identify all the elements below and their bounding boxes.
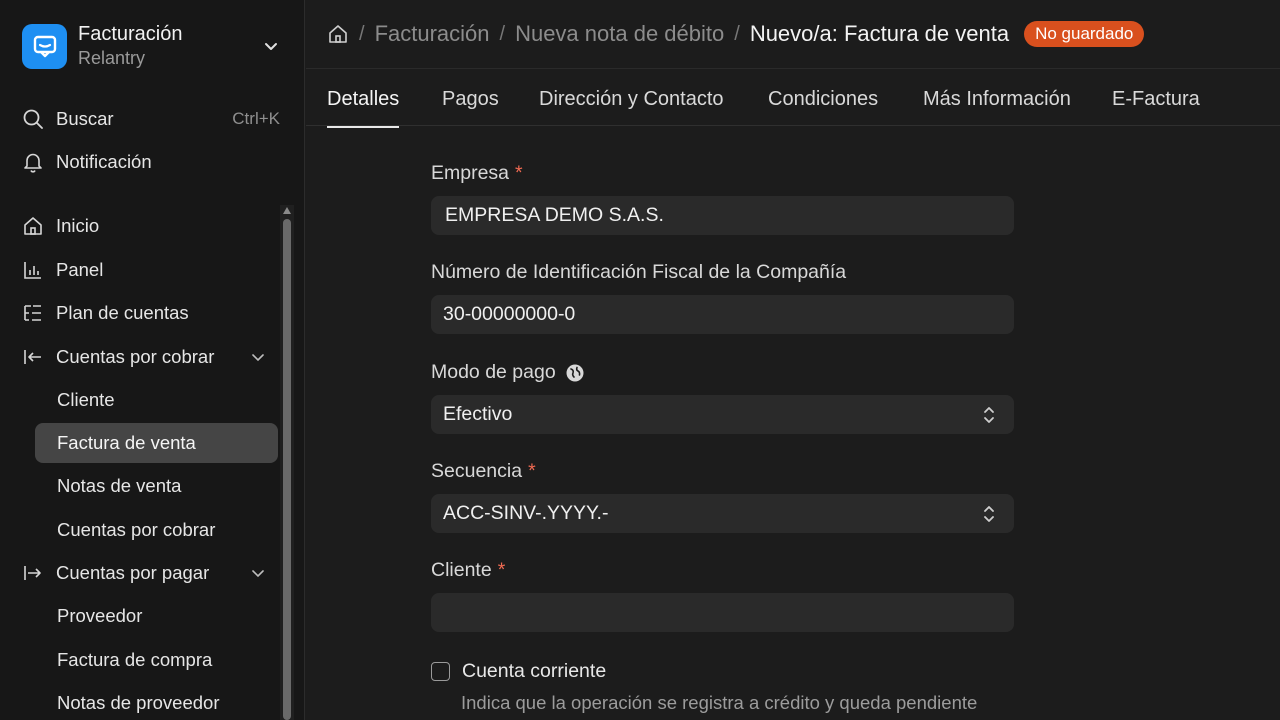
tab-pagos[interactable]: Pagos: [442, 69, 499, 127]
sidebar-item-inicio[interactable]: Inicio: [22, 206, 284, 246]
sequence-select[interactable]: ACC-SINV-.YYYY.-: [431, 494, 1014, 533]
sidebar-item-label: Notas de venta: [57, 475, 182, 496]
select-arrows-icon: [984, 505, 994, 522]
sidebar-item-label: Inicio: [56, 215, 100, 236]
customer-field-label: Cliente *: [431, 559, 505, 582]
chevron-down-icon: [252, 354, 264, 362]
sidebar-item-label: Panel: [56, 259, 104, 280]
workspace-name: Relantry: [78, 48, 146, 68]
sidebar-item-notas-de-proveedor[interactable]: Notas de proveedor: [35, 683, 278, 720]
sidebar-item-label: Notas de proveedor: [57, 692, 220, 713]
payment-mode-value: Efectivo: [443, 403, 513, 425]
sidebar-item-label: Factura de venta: [57, 432, 196, 453]
search-button[interactable]: Buscar Ctrl+K: [22, 99, 284, 139]
current-account-row[interactable]: Cuenta corriente: [431, 660, 606, 683]
sidebar-item-panel[interactable]: Panel: [22, 250, 284, 290]
sidebar-item-cuentas-por-pagar[interactable]: Cuentas por pagar: [22, 553, 284, 593]
home-icon[interactable]: [327, 23, 349, 45]
globe-icon: [566, 364, 584, 381]
tree-list-icon: [24, 305, 41, 321]
customer-label-text: Cliente: [431, 559, 492, 581]
tax-id-field-label: Número de Identificación Fiscal de la Co…: [431, 261, 846, 284]
tab-mas-informacion[interactable]: Más Información: [923, 69, 1071, 127]
company-field[interactable]: EMPRESA DEMO S.A.S.: [431, 196, 1014, 235]
scroll-up-arrow-icon[interactable]: [283, 207, 291, 214]
breadcrumb: / Facturación / Nueva nota de débito / N…: [306, 0, 1280, 68]
sequence-value: ACC-SINV-.YYYY.-: [443, 502, 609, 524]
tab-e-factura[interactable]: E-Factura: [1112, 69, 1200, 127]
customer-input[interactable]: [431, 593, 1014, 632]
company-value: EMPRESA DEMO S.A.S.: [445, 204, 664, 226]
sidebar-item-cuentas-por-cobrar-sub[interactable]: Cuentas por cobrar: [35, 510, 278, 550]
sidebar-item-cuentas-por-cobrar[interactable]: Cuentas por cobrar: [22, 337, 284, 377]
sidebar-item-notas-de-venta[interactable]: Notas de venta: [35, 466, 278, 506]
tab-direccion-y-contacto[interactable]: Dirección y Contacto: [539, 69, 724, 127]
payment-mode-field-label: Modo de pago: [431, 361, 584, 384]
tab-detalles[interactable]: Detalles: [327, 69, 400, 128]
tax-id-value: 30-00000000-0: [443, 303, 576, 325]
tax-id-label-text: Número de Identificación Fiscal de la Co…: [431, 261, 847, 283]
status-badge: No guardado: [1024, 21, 1145, 47]
sidebar-scrollbar[interactable]: [280, 205, 294, 720]
company-label-text: Empresa: [431, 162, 510, 184]
company-field-label: Empresa *: [431, 162, 523, 185]
chevron-down-icon: [265, 43, 277, 50]
main-content: / Facturación / Nueva nota de débito / N…: [306, 0, 1280, 720]
notifications-label: Notificación: [56, 151, 152, 172]
sidebar: Facturación Relantry Buscar Ctrl+K Notif…: [0, 0, 305, 720]
required-marker: *: [528, 460, 536, 482]
arrow-left-bar-icon: [24, 350, 41, 364]
breadcrumb-facturacion[interactable]: Facturación: [375, 21, 490, 47]
app-logo-icon: [22, 23, 67, 69]
sidebar-item-factura-de-compra[interactable]: Factura de compra: [35, 640, 278, 680]
search-icon: [23, 109, 43, 129]
current-account-help: Indica que la operación se registra a cr…: [461, 692, 978, 713]
payment-mode-label-text: Modo de pago: [431, 361, 556, 383]
bell-icon: [24, 153, 42, 173]
app-window: Facturación Relantry Buscar Ctrl+K Notif…: [0, 0, 1280, 720]
arrow-right-bar-icon: [24, 566, 41, 580]
search-label: Buscar: [56, 108, 114, 129]
workspace-info: Facturación Relantry: [78, 22, 262, 70]
sidebar-item-plan-de-cuentas[interactable]: Plan de cuentas: [22, 293, 284, 333]
page-title: Nuevo/a: Factura de venta: [749, 21, 1010, 46]
tab-condiciones[interactable]: Condiciones: [768, 69, 878, 127]
home-icon: [24, 217, 42, 235]
tax-id-field[interactable]: 30-00000000-0: [431, 295, 1014, 334]
sidebar-item-label: Cliente: [57, 389, 115, 410]
breadcrumb-separator: /: [359, 22, 365, 45]
required-marker: *: [515, 162, 523, 184]
sidebar-item-label: Cuentas por cobrar: [56, 346, 215, 367]
payment-mode-select[interactable]: Efectivo: [431, 395, 1014, 434]
current-account-label: Cuenta corriente: [462, 660, 607, 682]
sidebar-item-label: Factura de compra: [57, 649, 213, 670]
breadcrumb-separator: /: [734, 22, 740, 45]
sidebar-item-proveedor[interactable]: Proveedor: [35, 596, 278, 636]
sidebar-item-factura-de-venta[interactable]: Factura de venta: [35, 423, 278, 463]
sidebar-item-label: Cuentas por pagar: [56, 562, 210, 583]
workspace-switcher[interactable]: Facturación Relantry: [22, 22, 284, 70]
bar-chart-icon: [24, 262, 41, 279]
sequence-field-label: Secuencia *: [431, 460, 536, 483]
sidebar-item-cliente[interactable]: Cliente: [35, 380, 278, 420]
sidebar-item-label: Cuentas por cobrar: [57, 519, 216, 540]
sidebar-item-label: Plan de cuentas: [56, 302, 189, 323]
search-shortcut: Ctrl+K: [232, 109, 280, 128]
sidebar-item-label: Proveedor: [57, 605, 143, 626]
breadcrumb-nueva-nota-de-debito[interactable]: Nueva nota de débito: [515, 21, 724, 47]
scrollbar-thumb[interactable]: [283, 219, 291, 720]
notifications-button[interactable]: Notificación: [22, 142, 284, 182]
sequence-label-text: Secuencia: [431, 460, 523, 482]
app-title: Facturación: [78, 23, 183, 45]
required-marker: *: [497, 559, 506, 581]
select-arrows-icon: [984, 406, 994, 423]
chevron-down-icon: [252, 570, 264, 578]
form-tabs: Detalles Pagos Dirección y Contacto Cond…: [306, 68, 1280, 128]
breadcrumb-separator: /: [499, 22, 506, 45]
current-account-checkbox[interactable]: [431, 662, 450, 681]
